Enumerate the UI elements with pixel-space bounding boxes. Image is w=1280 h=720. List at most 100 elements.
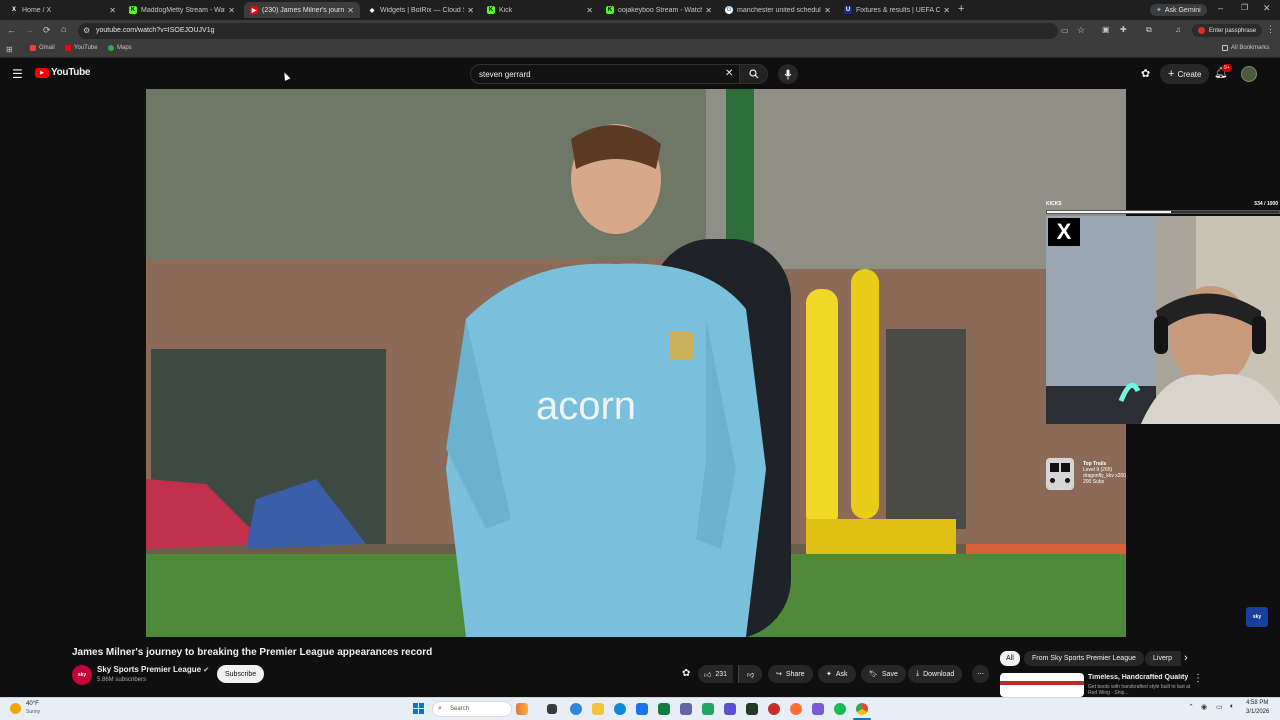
firefox-icon[interactable] — [790, 703, 802, 715]
excel-icon[interactable] — [658, 703, 670, 715]
bookmark-maps[interactable]: Maps — [108, 45, 132, 51]
tray-overflow-icon[interactable]: ⌃ — [1188, 703, 1194, 711]
close-tab-icon[interactable]: ✕ — [705, 6, 712, 15]
subscribe-button[interactable]: Subscribe — [217, 665, 265, 683]
spotify-icon[interactable] — [834, 703, 846, 715]
close-tab-icon[interactable]: ✕ — [109, 6, 116, 15]
close-tab-icon[interactable]: ✕ — [228, 6, 235, 15]
clear-search-icon[interactable]: ✕ — [725, 68, 733, 79]
video-player[interactable]: acorn — [146, 89, 1126, 637]
tab-youtube-active[interactable]: ▶ (230) James Milner's journey to ✕ — [244, 2, 360, 18]
save-button[interactable]: 🔖︎ Save — [861, 665, 906, 683]
display-icon[interactable]: ▭ — [1216, 703, 1223, 711]
extension-gear-icon[interactable]: ✿ — [1141, 67, 1150, 80]
chevron-right-icon[interactable]: › — [1184, 652, 1188, 664]
hamburger-menu-icon[interactable]: ☰ — [12, 67, 23, 81]
tab-maddogmetty[interactable]: K MaddogMetty Stream - Watch ✕ — [123, 2, 241, 18]
puzzle-icon[interactable]: ✚ — [1120, 25, 1127, 34]
tab-google-search[interactable]: G manchester united schedule - G ✕ — [719, 2, 837, 18]
create-button[interactable]: + Create — [1160, 64, 1210, 84]
search-input[interactable]: steven gerrard ✕ — [470, 64, 740, 84]
download-arrow-icon: ⤓ — [916, 670, 920, 677]
recommended-thumbnail[interactable] — [1000, 673, 1084, 697]
file-explorer-icon[interactable] — [592, 703, 604, 715]
reload-icon[interactable]: ⟳ — [43, 25, 51, 36]
store-icon[interactable] — [636, 703, 648, 715]
teams-icon[interactable] — [680, 703, 692, 715]
passphrase-button[interactable]: Enter passphrase — [1192, 24, 1263, 37]
youtube-logo[interactable]: ▶ YouTube — [35, 67, 91, 78]
tab-search-icon[interactable]: ⧉ — [1146, 25, 1152, 35]
close-tab-icon[interactable]: ✕ — [467, 6, 474, 15]
chip-liverpool[interactable]: Liverp — [1145, 651, 1181, 666]
chrome-icon[interactable] — [856, 703, 868, 715]
forward-arrow-icon[interactable]: → — [25, 25, 34, 35]
restore-window-button[interactable]: ❐ — [1241, 3, 1248, 12]
close-window-button[interactable]: ✕ — [1263, 3, 1271, 14]
channel-name[interactable]: Sky Sports Premier League ✔ — [97, 665, 209, 674]
close-tab-icon[interactable]: ✕ — [943, 6, 950, 15]
home-icon[interactable]: ⌂ — [61, 24, 66, 34]
windows-start-icon[interactable] — [413, 703, 425, 715]
terminal-icon[interactable] — [746, 703, 758, 715]
browser-tab-bar: X Home / X ✕ K MaddogMetty Stream - Watc… — [0, 0, 1280, 20]
chip-from-channel[interactable]: From Sky Sports Premier League — [1024, 651, 1144, 666]
extension-icon[interactable]: ▣ — [1102, 25, 1110, 34]
tab-kick[interactable]: K Kick ✕ — [481, 2, 599, 18]
media-icon[interactable]: ♫ — [1175, 25, 1181, 34]
dislike-button[interactable]: 👎︎ — [738, 665, 763, 683]
volume-icon[interactable]: 🔈︎ — [1230, 703, 1234, 711]
bookmark-star-icon[interactable]: ☆ — [1077, 25, 1085, 36]
clock-date[interactable]: 3/1/2026 — [1246, 709, 1269, 715]
site-info-icon[interactable]: ⚙ — [83, 26, 90, 35]
spreadsheet-app-icon[interactable] — [702, 703, 714, 715]
tab-home-x[interactable]: X Home / X ✕ — [4, 2, 122, 18]
cast-icon[interactable]: ▭ — [1061, 26, 1069, 35]
share-button[interactable]: ↪ Share — [768, 665, 813, 683]
account-avatar[interactable] — [1241, 66, 1257, 82]
clock-time[interactable]: 4:58 PM — [1246, 700, 1268, 706]
close-tab-icon[interactable]: ✕ — [824, 6, 831, 15]
taskbar-search-box[interactable]: ⌕ Search — [432, 701, 512, 717]
recommended-menu-icon[interactable]: ⋮ — [1193, 673, 1203, 684]
recommended-title[interactable]: Timeless, Handcrafted Quality — [1088, 674, 1188, 681]
apps-grid-icon[interactable]: ⊞ — [6, 45, 13, 54]
back-arrow-icon[interactable]: ← — [7, 25, 16, 35]
app-red-icon[interactable] — [768, 703, 780, 715]
like-button[interactable]: 👍︎ 231 — [698, 665, 734, 683]
edge-browser-icon[interactable] — [614, 703, 626, 715]
close-tab-icon[interactable]: ✕ — [586, 6, 593, 15]
tab-uefa[interactable]: U Fixtures & results | UEFA Champ ✕ — [838, 2, 956, 18]
task-view-icon[interactable] — [547, 704, 557, 714]
search-button[interactable] — [740, 64, 768, 84]
sponsor-extension-icon[interactable]: ✿ — [682, 668, 690, 679]
sun-weather-icon[interactable] — [10, 703, 21, 714]
browser-menu-icon[interactable]: ⋮ — [1266, 24, 1275, 35]
tray-app-icon[interactable]: ◉ — [1201, 703, 1207, 711]
address-field[interactable]: ⚙ youtube.com/watch?v=ISOEJOUJV1g — [78, 23, 1058, 39]
minimize-window-button[interactable]: – — [1218, 3, 1223, 13]
download-button[interactable]: ⤓ Download — [908, 665, 963, 683]
ask-gemini-button[interactable]: ✦ Ask Gemini — [1150, 4, 1207, 16]
tab-oojakeyboo[interactable]: K oojakeyboo Stream - Watch Li ✕ — [600, 2, 718, 18]
bookmark-youtube[interactable]: YouTube — [65, 45, 98, 51]
discord-icon[interactable] — [724, 703, 736, 715]
bookmark-gmail[interactable]: Gmail — [30, 45, 55, 51]
app-purple-icon[interactable] — [812, 703, 824, 715]
new-tab-button[interactable]: + — [958, 3, 964, 15]
voice-search-button[interactable] — [778, 64, 798, 84]
copilot-icon[interactable] — [570, 703, 582, 715]
mouse-cursor — [281, 71, 291, 81]
close-tab-icon[interactable]: ✕ — [347, 6, 354, 15]
widgets-app-icon[interactable] — [516, 703, 528, 715]
webcam-overlay: X — [1046, 216, 1280, 424]
all-bookmarks-folder[interactable]: All Bookmarks — [1222, 45, 1269, 51]
channel-avatar[interactable]: sky — [72, 665, 92, 685]
ask-button[interactable]: ✦ Ask — [818, 665, 856, 683]
chip-all[interactable]: All — [1000, 651, 1020, 666]
tab-botrix[interactable]: ◆ Widgets | BotRix — Cloud Stream ✕ — [362, 2, 480, 18]
uefa-logo-icon: U — [844, 6, 852, 14]
more-actions-button[interactable]: ⋯ — [972, 665, 989, 683]
kick-logo-icon: K — [606, 6, 614, 14]
video-info-section: James Milner's journey to breaking the P… — [0, 637, 1280, 697]
